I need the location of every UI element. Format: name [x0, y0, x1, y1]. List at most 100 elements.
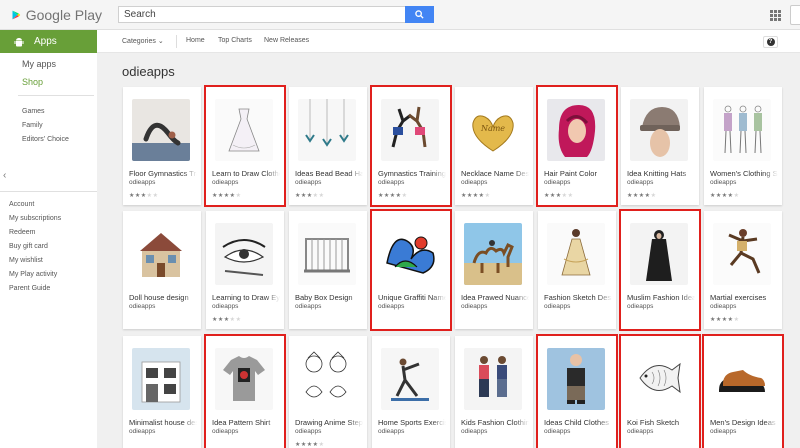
app-title[interactable]: Minimalist house design — [129, 418, 197, 427]
app-card[interactable]: Floor Gymnastics Trainingodieapps ★★★★★ — [123, 87, 201, 205]
account-button[interactable] — [790, 5, 800, 25]
house-icon[interactable] — [132, 348, 190, 410]
app-title[interactable]: Unique Graffiti Name — [378, 293, 446, 302]
app-developer[interactable]: odieapps — [295, 428, 321, 435]
app-title[interactable]: Muslim Fashion Ideas — [627, 293, 695, 302]
mens-shoes-icon[interactable] — [713, 348, 771, 410]
sidebar-item-shop[interactable]: Shop — [22, 77, 43, 87]
app-card[interactable]: Martial exercises odieapps ★★★★★ — [704, 211, 782, 329]
app-developer[interactable]: odieapps — [710, 303, 736, 310]
app-title[interactable]: Women's Clothing Sketch — [710, 169, 778, 178]
app-developer[interactable]: odieapps — [627, 303, 653, 310]
app-developer[interactable]: odieapps — [295, 303, 321, 310]
app-developer[interactable]: odieapps — [129, 179, 155, 186]
knit-hat-icon[interactable] — [630, 99, 688, 161]
app-developer[interactable]: odieapps — [461, 179, 487, 186]
eye-drawing-icon[interactable] — [215, 223, 273, 285]
app-developer[interactable]: odieapps — [378, 428, 404, 435]
fashion-sketch-icon[interactable] — [547, 223, 605, 285]
app-title[interactable]: Gymnastics Training — [378, 169, 446, 178]
app-developer[interactable]: odieapps — [378, 179, 404, 186]
bead-necklace-icon[interactable] — [298, 99, 356, 161]
martial-arts-icon[interactable] — [713, 223, 771, 285]
sidebar-item-gift-card[interactable]: Buy gift card — [9, 243, 48, 250]
app-card[interactable]: Learn to Draw Clothes odieapps ★★★★★ — [204, 85, 286, 207]
app-title[interactable]: Necklace Name Design — [461, 169, 529, 178]
floor-gymnastics-icon[interactable] — [132, 99, 190, 161]
app-card[interactable]: Idea Prawed Nuance odieapps — [455, 211, 533, 329]
sidebar-item-family[interactable]: Family — [22, 122, 43, 129]
app-title[interactable]: Home Sports Exercise — [378, 418, 446, 427]
koi-fish-icon[interactable] — [630, 348, 688, 410]
app-card[interactable]: Idea Pattern Shirt odieapps — [204, 334, 286, 448]
app-developer[interactable]: odieapps — [627, 179, 653, 186]
app-developer[interactable]: odieapps — [710, 179, 736, 186]
chevron-left-icon[interactable]: ‹ — [3, 170, 6, 181]
app-title[interactable]: Fashion Sketch Design — [544, 293, 612, 302]
categories-menu[interactable]: Categories ⌄ — [122, 37, 164, 45]
sidebar-item-games[interactable]: Games — [22, 108, 45, 115]
app-card[interactable]: Baby Box Design odieapps — [289, 211, 367, 329]
app-card[interactable]: Ideas Child Clothes odieapps — [536, 334, 618, 448]
sidebar-item-parent-guide[interactable]: Parent Guide — [9, 285, 50, 292]
app-title[interactable]: Idea Prawed Nuance — [461, 293, 529, 302]
muslim-fashion-icon[interactable] — [630, 223, 688, 285]
app-card[interactable]: Doll house design odieapps — [123, 211, 201, 329]
app-title[interactable]: Drawing Anime Step — [295, 418, 363, 427]
app-developer[interactable]: odieapps — [212, 179, 238, 186]
apps-section-tab[interactable]: Apps — [0, 30, 97, 53]
kids-fashion-icon[interactable] — [464, 348, 522, 410]
app-title[interactable]: Baby Box Design — [295, 293, 363, 302]
apps-grid-icon[interactable] — [770, 10, 781, 21]
app-developer[interactable]: odieapps — [544, 303, 570, 310]
search-input[interactable]: Search — [118, 6, 406, 23]
help-button[interactable]: ? — [763, 36, 778, 48]
sidebar-item-wishlist[interactable]: My wishlist — [9, 257, 43, 264]
app-card[interactable]: Name Necklace Name Designodieapps ★★★★★ — [455, 87, 533, 205]
baby-crib-icon[interactable] — [298, 223, 356, 285]
app-title[interactable]: Hair Paint Color — [544, 169, 612, 178]
app-title[interactable]: Kids Fashion Clothing — [461, 418, 529, 427]
child-clothes-icon[interactable] — [547, 348, 605, 410]
app-card[interactable]: Home Sports Exercise odieapps — [372, 336, 450, 448]
app-card[interactable]: Ideas Bead Bead Hair odieapps ★★★★★ — [289, 87, 367, 205]
graffiti-icon[interactable] — [381, 223, 439, 285]
app-title[interactable]: Ideas Bead Bead Hair — [295, 169, 363, 178]
app-title[interactable]: Doll house design — [129, 293, 197, 302]
nav-home[interactable]: Home — [186, 37, 205, 44]
name-necklace-icon[interactable]: Name — [464, 99, 522, 161]
app-card[interactable]: Koi Fish Sketch odieapps — [619, 334, 701, 448]
app-developer[interactable]: odieapps — [544, 428, 570, 435]
app-title[interactable]: Idea Pattern Shirt — [212, 418, 280, 427]
app-card[interactable]: Kids Fashion Clothing odieapps — [455, 336, 533, 448]
sidebar-item-play-activity[interactable]: My Play activity — [9, 271, 57, 278]
app-card[interactable]: Hair Paint Color odieapps ★★★★★ — [536, 85, 618, 207]
app-developer[interactable]: odieapps — [378, 303, 404, 310]
sidebar-item-redeem[interactable]: Redeem — [9, 229, 35, 236]
tshirt-icon[interactable] — [215, 348, 273, 410]
app-card[interactable]: Learning to Draw Eyesodieapps ★★★★★ — [206, 211, 284, 329]
sidebar-item-my-apps[interactable]: My apps — [22, 59, 56, 69]
nav-new-releases[interactable]: New Releases — [264, 37, 309, 44]
app-title[interactable]: Learn to Draw Clothes — [212, 169, 280, 178]
app-card[interactable]: Gymnastics Training odieapps ★★★★★ — [370, 85, 452, 207]
app-developer[interactable]: odieapps — [212, 303, 238, 310]
app-title[interactable]: Floor Gymnastics Training — [129, 169, 197, 178]
google-play-logo[interactable]: Google Play — [12, 5, 102, 25]
hair-color-icon[interactable] — [547, 99, 605, 161]
app-developer[interactable]: odieapps — [295, 179, 321, 186]
sidebar-item-editors-choice[interactable]: Editors' Choice — [22, 136, 69, 143]
app-title[interactable]: Men's Design Ideas — [710, 418, 778, 427]
search-button[interactable] — [405, 6, 434, 23]
camel-beach-icon[interactable] — [464, 223, 522, 285]
gymnastics-icon[interactable] — [381, 99, 439, 161]
app-title[interactable]: Koi Fish Sketch — [627, 418, 695, 427]
nav-top-charts[interactable]: Top Charts — [218, 37, 252, 44]
app-developer[interactable]: odieapps — [544, 179, 570, 186]
app-title[interactable]: Ideas Child Clothes — [544, 418, 612, 427]
app-card[interactable]: Unique Graffiti Name odieapps — [370, 209, 452, 331]
app-developer[interactable]: odieapps — [129, 428, 155, 435]
app-title[interactable]: Martial exercises — [710, 293, 778, 302]
app-developer[interactable]: odieapps — [461, 428, 487, 435]
sidebar-item-account[interactable]: Account — [9, 201, 34, 208]
